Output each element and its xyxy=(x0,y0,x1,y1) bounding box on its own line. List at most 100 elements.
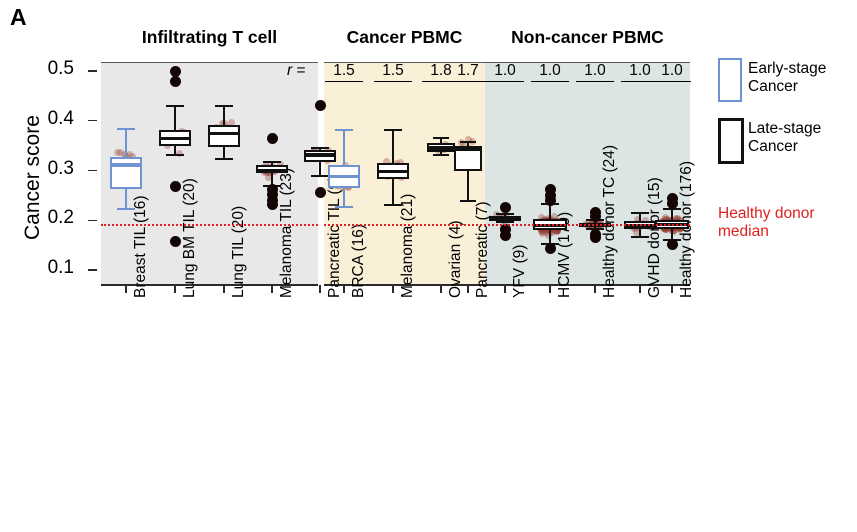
x-axis-label: Pancreatic TIL (9) xyxy=(326,175,343,298)
group-title-infiltrating-t-cell: Infiltrating T cell xyxy=(141,27,278,47)
whisker-lower xyxy=(467,170,469,201)
whisker-cap-upper xyxy=(631,211,649,214)
panel-letter: A xyxy=(10,4,27,30)
median-line xyxy=(159,136,191,141)
median-line xyxy=(489,216,521,220)
x-tick-mark xyxy=(594,285,596,293)
outlier-point xyxy=(499,230,511,242)
whisker-cap-lower xyxy=(496,220,514,223)
r-value: 1.0 xyxy=(576,62,614,82)
r-value: 1.5 xyxy=(325,62,363,82)
r-value: 1.0 xyxy=(486,62,524,82)
legend-healthy-donor-median-note: Healthy donor median xyxy=(718,205,815,241)
x-tick-mark xyxy=(319,285,321,293)
r-value: 1.7 xyxy=(449,62,487,82)
x-axis-label: Breast TIL (16) xyxy=(132,195,149,298)
outlier-point xyxy=(666,238,678,250)
x-tick-mark xyxy=(271,285,273,293)
box xyxy=(110,157,142,190)
x-axis-label: Ovarian (4) xyxy=(447,220,464,298)
x-tick-mark xyxy=(639,285,641,293)
y-tick-mark xyxy=(88,269,97,271)
whisker-cap-lower xyxy=(460,199,476,202)
whisker-upper xyxy=(343,129,345,166)
outlier-point xyxy=(544,194,556,206)
x-axis-line xyxy=(324,284,690,286)
group-title-non-cancer-pbmc: Non-cancer PBMC xyxy=(511,27,664,47)
x-tick-mark xyxy=(549,285,551,293)
x-tick-mark xyxy=(671,285,673,293)
whisker-cap-lower xyxy=(631,236,649,239)
outlier-point xyxy=(544,243,556,255)
x-axis-label: YFV (9) xyxy=(511,244,528,298)
y-tick-label: 0.1 xyxy=(47,257,74,278)
outlier-point xyxy=(589,232,601,244)
median-line xyxy=(454,147,482,151)
whisker-lower xyxy=(343,188,345,208)
outlier-point xyxy=(314,100,326,112)
x-tick-mark xyxy=(125,285,127,293)
reference-line xyxy=(324,224,690,227)
median-line xyxy=(304,153,336,157)
median-line xyxy=(328,174,360,179)
outlier-point xyxy=(266,198,278,210)
whisker-cap-upper xyxy=(263,160,281,163)
whisker-lower xyxy=(125,189,127,210)
median-line xyxy=(208,131,240,136)
x-tick-mark xyxy=(174,285,176,293)
whisker-cap-upper xyxy=(384,129,402,132)
outlier-point xyxy=(266,133,278,145)
box xyxy=(208,125,240,148)
whisker-cap-lower xyxy=(384,203,402,206)
whisker-upper xyxy=(639,212,641,221)
outlier-point xyxy=(666,198,678,210)
r-value: 1.0 xyxy=(653,62,691,82)
median-line xyxy=(110,163,142,167)
whisker-upper xyxy=(125,129,127,158)
whisker-cap-upper xyxy=(215,104,233,107)
x-tick-mark xyxy=(223,285,225,293)
whisker-upper xyxy=(671,209,673,221)
x-tick-mark xyxy=(440,285,442,293)
group-title-cancer-pbmc: Cancer PBMC xyxy=(346,27,463,47)
outlier-point xyxy=(314,187,326,199)
whisker-lower xyxy=(549,230,551,245)
whisker-cap-lower xyxy=(166,154,184,157)
whisker-cap-lower xyxy=(335,206,353,209)
median-line xyxy=(427,146,455,150)
median-line xyxy=(377,169,409,174)
x-tick-mark xyxy=(467,285,469,293)
jitter-point xyxy=(113,148,121,156)
outlier-point xyxy=(169,75,181,87)
y-tick-mark xyxy=(88,120,97,122)
figure-panel-a: A Infiltrating T cell Cancer PBMC Non-ca… xyxy=(0,0,857,532)
legend-swatch-late-stage xyxy=(718,118,744,164)
whisker-lower xyxy=(392,178,394,205)
r-prefix: r = xyxy=(287,62,306,79)
r-value: 1.5 xyxy=(374,62,412,82)
whisker-upper xyxy=(174,105,176,130)
x-axis-label: Melanoma TIL (23) xyxy=(278,167,295,298)
whisker-cap-lower xyxy=(117,208,135,211)
x-axis-label: Melanoma (21) xyxy=(399,193,416,298)
legend-label-late-stage: Late-stage Cancer xyxy=(748,120,822,156)
whisker-upper xyxy=(392,130,394,163)
y-tick-mark xyxy=(88,219,97,221)
y-tick-mark xyxy=(88,169,97,172)
whisker-upper xyxy=(549,203,551,220)
whisker-cap-upper xyxy=(460,140,476,143)
y-tick-label: 0.2 xyxy=(47,207,74,229)
whisker-cap-lower xyxy=(215,157,233,160)
legend-swatch-early-stage xyxy=(718,58,742,102)
whisker-cap-upper xyxy=(166,104,184,107)
x-tick-mark xyxy=(504,285,506,293)
whisker-cap-upper xyxy=(433,136,449,139)
x-axis-label: Lung BM TIL (20) xyxy=(181,178,198,298)
outlier-point xyxy=(589,210,601,222)
whisker-upper xyxy=(223,105,225,126)
x-axis-label: Lung TIL (20) xyxy=(230,205,247,298)
whisker-cap-upper xyxy=(335,128,353,131)
reference-line xyxy=(101,224,318,227)
outlier-point xyxy=(499,201,511,213)
median-line xyxy=(256,168,288,173)
